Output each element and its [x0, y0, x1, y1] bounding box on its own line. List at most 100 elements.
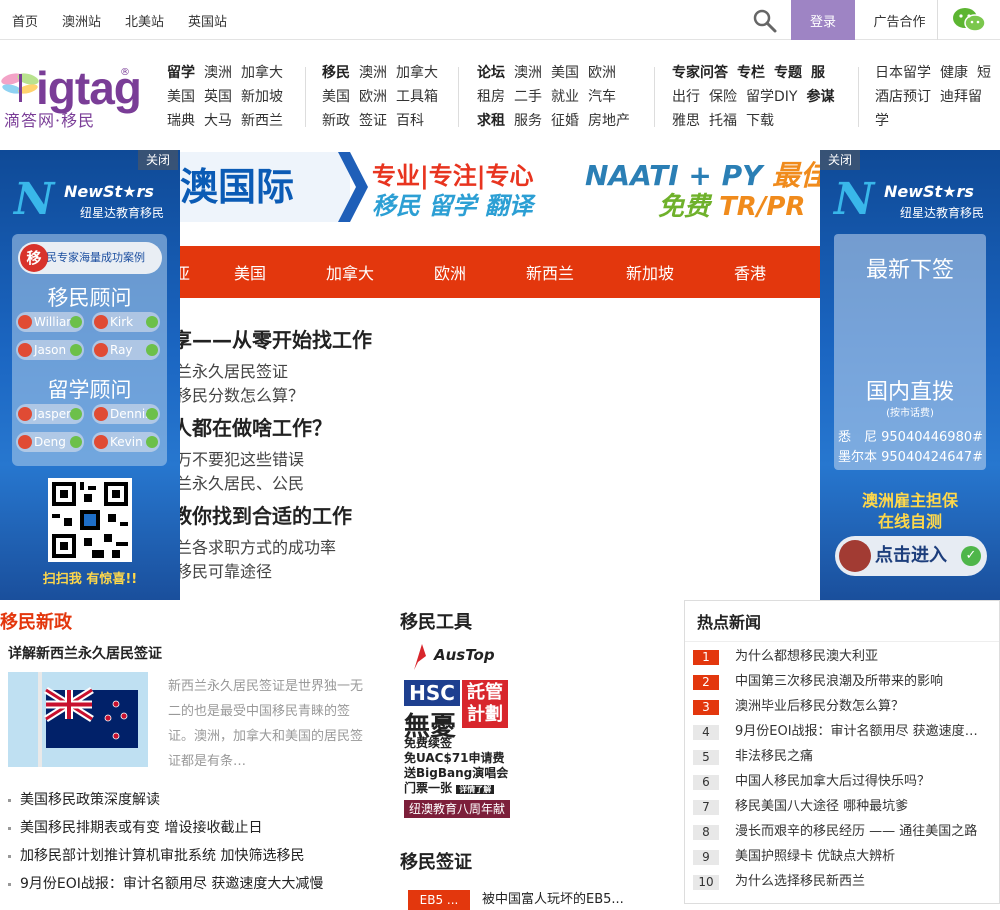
headline-sub-link[interactable]: 兰永久居民、公民	[180, 470, 304, 494]
site-link-home[interactable]: 首页	[12, 11, 38, 30]
austop-ad[interactable]: AusTop HSC 託管計劃 無憂 免费续签 免UAC$71申请费 送BigBan…	[404, 640, 514, 834]
nav-link[interactable]: 新政	[322, 113, 350, 129]
site-logo[interactable]: igtag ® 滴答网·移民	[0, 63, 142, 130]
headline-sub-link[interactable]: 移民可靠途径	[180, 558, 272, 582]
nav-link[interactable]: 论坛	[477, 65, 505, 81]
hot-news-link[interactable]: 中国人移民加拿大后过得快乐吗？	[735, 772, 985, 792]
nav-link[interactable]: 英国	[204, 89, 232, 105]
advisor-deng[interactable]: Deng	[16, 432, 84, 452]
nav-link[interactable]: 美国	[167, 89, 195, 105]
new-zealand-flag-image[interactable]	[8, 672, 148, 767]
hot-news-item[interactable]: 5 非法移民之痛	[693, 747, 989, 767]
close-banner-button[interactable]: 关闭	[820, 150, 860, 170]
advisor-jason[interactable]: Jason	[16, 340, 84, 360]
headline-sub-link[interactable]: 移民分数怎么算？	[180, 382, 304, 406]
nav-link[interactable]: 百科	[396, 113, 424, 129]
nav-link[interactable]: 工具箱	[396, 89, 438, 105]
right-side-banner[interactable]: 关闭 N NewSt★rs 纽星达教育移民 最新下签 国内直拨 (按市话费) 悉…	[820, 150, 1000, 600]
nav-link[interactable]: 欧洲	[359, 89, 387, 105]
nav-link[interactable]: 二手	[514, 89, 542, 105]
hot-news-link[interactable]: 非法移民之痛	[735, 747, 985, 767]
headline-sub-link[interactable]: 万不要犯这些错误	[180, 446, 304, 470]
nav-link[interactable]: 新加坡	[241, 89, 283, 105]
hot-news-link[interactable]: 移民美国八大途径 哪种最坑爹	[735, 797, 985, 817]
nav-link[interactable]: 汽车	[588, 89, 616, 105]
country-tab-singapore[interactable]: 新加坡	[626, 246, 674, 302]
login-button[interactable]: 登录	[791, 0, 855, 40]
nav-link[interactable]: 澳洲	[204, 65, 232, 81]
nav-link[interactable]: 健康	[940, 65, 968, 81]
list-item[interactable]: 9月份EOI战报：审计名额用尽 获邀速度大大减慢	[8, 870, 323, 898]
top-banner-ad[interactable]: 澳国际 专业|专注|专心 移民 留学 翻译 NAATI + PY 最佳 免费 T…	[180, 152, 820, 222]
list-item[interactable]: 美国移民排期表或有变 增设接收截止日	[8, 814, 323, 842]
hot-news-link[interactable]: 美国护照绿卡 优缺点大辨析	[735, 847, 985, 867]
site-link-uk[interactable]: 英国站	[188, 11, 227, 30]
nav-link[interactable]: 移民	[322, 65, 350, 81]
nav-link[interactable]: 房地产	[588, 113, 630, 129]
success-cases-button[interactable]: 移 民专家海量成功案例	[18, 242, 162, 274]
ad-cooperation-link[interactable]: 广告合作	[862, 0, 938, 40]
nav-link[interactable]: 雅思	[672, 113, 700, 129]
advisor-kevin[interactable]: Kevin	[92, 432, 160, 452]
hot-news-link[interactable]: 漫长而艰辛的移民经历 —— 通往美国之路	[735, 822, 985, 842]
advisor-dennis[interactable]: Dennis	[92, 404, 160, 424]
search-icon[interactable]	[752, 8, 778, 34]
policy-feature-title[interactable]: 详解新西兰永久居民签证	[8, 643, 162, 663]
hot-news-link[interactable]: 为什么都想移民澳大利亚	[735, 647, 985, 667]
advisor-ray[interactable]: Ray	[92, 340, 160, 360]
left-side-banner[interactable]: 关闭 N NewSt★rs 纽星达教育移民 移 民专家海量成功案例 移民顾问 W…	[0, 150, 180, 600]
site-link-australia[interactable]: 澳洲站	[62, 11, 101, 30]
policy-section-title[interactable]: 移民新政	[0, 608, 72, 634]
headline-link[interactable]: 人都在做啥工作？	[180, 412, 332, 441]
headline-link[interactable]: 享——从零开始找工作	[180, 324, 372, 353]
hot-news-item[interactable]: 3 澳洲毕业后移民分数怎么算？	[693, 697, 989, 717]
details-button[interactable]: 详情了解	[456, 785, 495, 794]
hot-news-item[interactable]: 4 9月份EOI战报：审计名额用尽 获邀速度大大减慢	[693, 722, 989, 742]
nav-link[interactable]: 新西兰	[241, 113, 283, 129]
hot-news-item[interactable]: 6 中国人移民加拿大后过得快乐吗？	[693, 772, 989, 792]
nav-link[interactable]: 澳洲	[359, 65, 387, 81]
advisor-william[interactable]: William	[16, 312, 84, 332]
nav-link[interactable]: 签证	[359, 113, 387, 129]
nav-link[interactable]: 留学	[167, 65, 195, 81]
nav-link[interactable]: 托福	[709, 113, 737, 129]
enter-button[interactable]: 点击进入 ✓	[835, 536, 987, 576]
hot-news-item[interactable]: 10 为什么选择移民新西兰	[693, 872, 989, 892]
headline-sub-link[interactable]: 兰各求职方式的成功率	[180, 534, 336, 558]
employer-self-test[interactable]: 在线自测	[820, 508, 1000, 532]
nav-link[interactable]: 专家问答	[672, 65, 728, 81]
nav-link[interactable]: 美国	[322, 89, 350, 105]
nav-link[interactable]: 日本留学	[875, 65, 931, 81]
nav-link[interactable]: 加拿大	[396, 65, 438, 81]
hot-news-item[interactable]: 8 漫长而艰辛的移民经历 —— 通往美国之路	[693, 822, 989, 842]
wechat-icon[interactable]	[950, 5, 988, 35]
nav-link[interactable]: 参谋	[806, 89, 834, 105]
close-banner-button[interactable]: 关闭	[138, 150, 178, 170]
hot-news-item[interactable]: 9 美国护照绿卡 优缺点大辨析	[693, 847, 989, 867]
nav-link[interactable]: 服	[811, 65, 825, 81]
hot-news-link[interactable]: 为什么选择移民新西兰	[735, 872, 985, 892]
country-tab-usa[interactable]: 美国	[234, 246, 266, 302]
nav-link[interactable]: 瑞典	[167, 113, 195, 129]
advisor-jasper[interactable]: Jasper	[16, 404, 84, 424]
hot-news-item[interactable]: 7 移民美国八大途径 哪种最坑爹	[693, 797, 989, 817]
nav-link[interactable]: 专栏	[737, 65, 765, 81]
headline-link[interactable]: 教你找到合适的工作	[180, 500, 352, 529]
nav-link[interactable]: 服务	[514, 113, 542, 129]
country-tab-hong-kong[interactable]: 香港	[734, 246, 766, 302]
nav-link[interactable]: 出行	[672, 89, 700, 105]
country-tab-europe[interactable]: 欧洲	[434, 246, 466, 302]
nav-link[interactable]: 短	[977, 65, 991, 81]
nav-link[interactable]: 澳洲	[514, 65, 542, 81]
list-item[interactable]: 加移民部计划推计算机审批系统 加快筛选移民	[8, 842, 323, 870]
nav-link[interactable]: 大马	[204, 113, 232, 129]
nav-link[interactable]: 就业	[551, 89, 579, 105]
visa-section-title[interactable]: 移民签证	[400, 848, 472, 874]
nav-link[interactable]: 租房	[477, 89, 505, 105]
nav-link[interactable]: 迪拜留	[940, 89, 982, 105]
hot-news-link[interactable]: 9月份EOI战报：审计名额用尽 获邀速度大大减慢	[735, 722, 985, 742]
nav-link[interactable]: 美国	[551, 65, 579, 81]
nav-link[interactable]: 征婚	[551, 113, 579, 129]
hot-news-link[interactable]: 中国第三次移民浪潮及所带来的影响	[735, 672, 985, 692]
country-tab-new-zealand[interactable]: 新西兰	[526, 246, 574, 302]
